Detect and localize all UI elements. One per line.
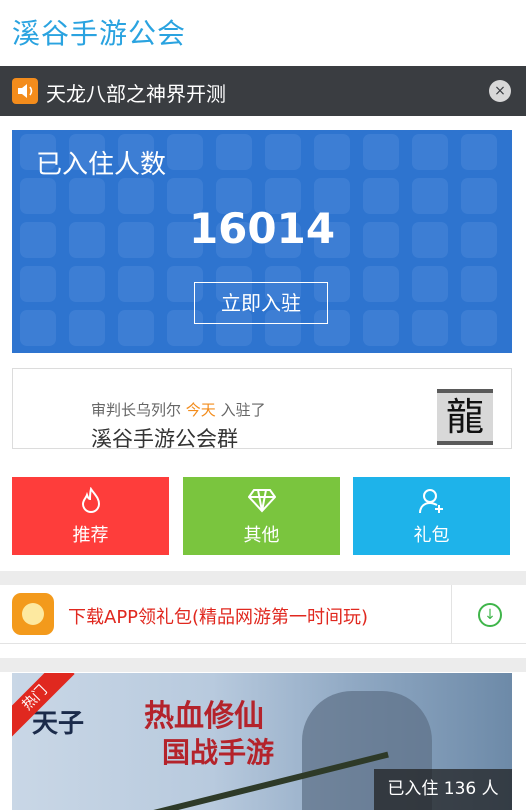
app-icon-tile — [363, 134, 399, 170]
app-icon-tile — [167, 134, 203, 170]
app-icon-tile — [412, 134, 448, 170]
activity-group: 溪谷手游公会群 — [91, 427, 238, 451]
flame-icon — [12, 486, 169, 521]
promo-text: 下载APP领礼包(精品网游第一时间玩) — [68, 607, 369, 628]
activity-time: 今天 — [185, 401, 216, 419]
app-header: 溪谷手游公会 — [0, 0, 526, 64]
app-icon-tile — [461, 310, 497, 346]
app-icon-tile — [20, 310, 56, 346]
join-now-button[interactable]: 立即入驻 — [194, 282, 328, 324]
app-icon-tile — [412, 266, 448, 302]
app-icon-tile — [69, 266, 105, 302]
app-icon-tile — [461, 266, 497, 302]
promo-divider — [451, 585, 452, 643]
close-icon[interactable]: × — [489, 80, 511, 102]
app-icon-tile — [69, 310, 105, 346]
app-title: 溪谷手游公会 — [12, 17, 187, 50]
download-icon[interactable]: ↓ — [478, 603, 502, 627]
user-add-icon — [353, 487, 510, 521]
category-label: 礼包 — [413, 525, 450, 546]
section-divider — [0, 571, 526, 585]
residents-label: 已入住人数 — [36, 150, 167, 180]
app-icon-tile — [20, 266, 56, 302]
app-sun-icon — [12, 593, 54, 635]
residents-count: 16014 — [188, 204, 336, 253]
category-other-button[interactable]: 其他 — [183, 477, 340, 555]
game-slogan-line1: 热血修仙 — [144, 699, 264, 734]
category-label: 其他 — [243, 525, 280, 546]
download-promo-row[interactable]: 下载APP领礼包(精品网游第一时间玩) ↓ — [0, 585, 526, 644]
activity-line: 审判长乌列尔 今天 入驻了 — [91, 399, 266, 420]
game-card[interactable]: 天子 热血修仙 国战手游 热门 已入住 136 人 — [12, 673, 512, 810]
app-icon-tile — [412, 310, 448, 346]
app-icon-tile — [118, 310, 154, 346]
activity-user: 审判长乌列尔 — [91, 401, 182, 419]
category-gift-button[interactable]: 礼包 — [353, 477, 510, 555]
app-icon-tile — [118, 266, 154, 302]
join-activity-card[interactable]: 审判长乌列尔 今天 入驻了 溪谷手游公会群 龍 — [12, 368, 512, 451]
notice-bar[interactable]: 天龙八部之神界开测 × — [0, 66, 526, 116]
category-label: 推荐 — [72, 525, 109, 546]
residents-banner: 已入住人数 16014 立即入驻 — [12, 130, 512, 353]
notice-text: 天龙八部之神界开测 — [46, 82, 226, 106]
app-icon-tile — [314, 134, 350, 170]
group-thumbnail: 龍 — [437, 389, 493, 445]
speaker-icon — [12, 78, 38, 104]
app-icon-tile — [265, 134, 301, 170]
dragon-glyph: 龍 — [437, 393, 493, 441]
joined-count-badge: 已入住 136 人 — [374, 769, 512, 810]
app-icon-tile — [363, 266, 399, 302]
app-icon-tile — [363, 310, 399, 346]
app-icon-tile — [461, 134, 497, 170]
diamond-icon — [183, 487, 340, 519]
activity-action: 入驻了 — [220, 401, 266, 419]
app-icon-tile — [216, 134, 252, 170]
game-slogan-line2: 国战手游 — [162, 736, 275, 769]
section-divider — [0, 658, 526, 672]
category-recommend-button[interactable]: 推荐 — [12, 477, 169, 555]
